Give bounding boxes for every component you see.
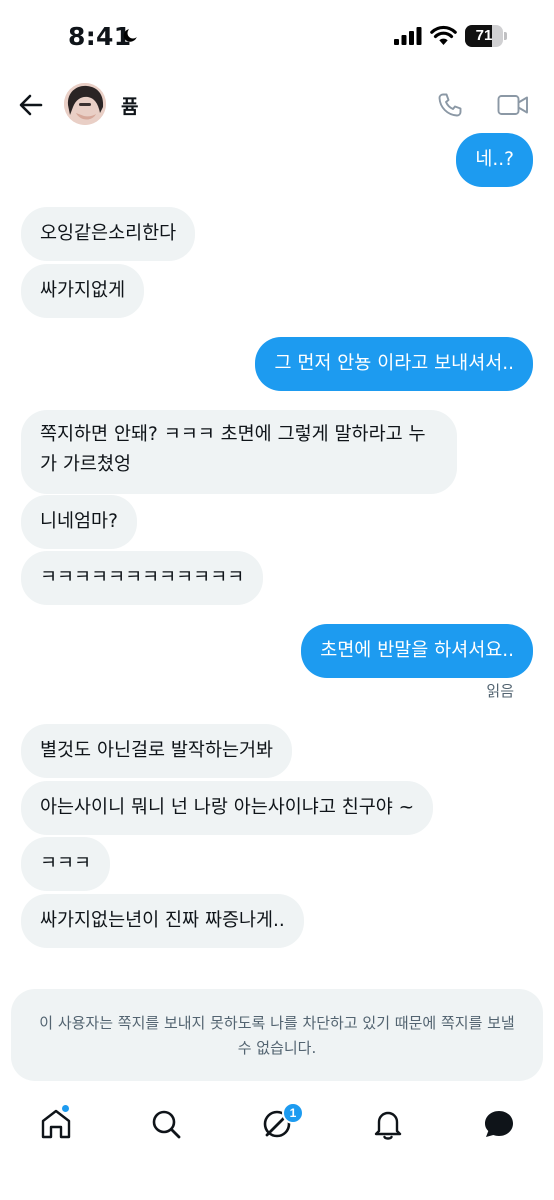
status-bar: 8:41 71 [0,0,554,74]
wifi-icon [430,25,457,45]
contact-name[interactable]: 퓸 [121,92,138,119]
avatar[interactable] [64,83,106,125]
search-icon[interactable] [148,1106,184,1142]
message-sent[interactable]: 초면에 반말을 하셔서요.. [301,624,533,678]
home-notification-dot [61,1104,70,1113]
bottom-navigation: 1 [0,1100,554,1200]
message-received[interactable]: 오잉같은소리한다 [21,207,196,261]
message-received[interactable]: 별것도 아닌걸로 발작하는거봐 [21,724,293,778]
read-receipt: 읽음 [486,682,514,700]
message-received[interactable]: 쪽지하면 안돼? ㅋㅋㅋ 초면에 그렇게 말하라고 누가 가르쳤엉 [21,410,457,494]
grok-icon[interactable] [481,1106,517,1142]
message-received[interactable]: 아는사이니 뭐니 넌 나랑 아는사이냐고 친구야 ~ [21,781,434,835]
video-camera-icon[interactable] [497,94,529,116]
message-received[interactable]: 니네엄마? [21,495,137,549]
moon-icon [123,29,137,42]
conversation-header: 퓸 [0,74,554,136]
message-sent[interactable]: 그 먼저 안뇽 이라고 보내셔서.. [255,337,533,391]
battery-level: 71 [475,27,493,44]
message-received[interactable]: ㅋㅋㅋ [21,837,111,891]
message-received[interactable]: 싸가지없게 [21,264,145,318]
message-received[interactable]: 싸가지없는년이 진짜 짜증나게.. [21,894,304,948]
battery-indicator: 71 [465,25,507,47]
message-received[interactable]: ㅋㅋㅋㅋㅋㅋㅋㅋㅋㅋㅋㅋ [21,551,264,605]
blocked-notice: 이 사용자는 쪽지를 보내지 못하도록 나를 차단하고 있기 때문에 쪽지를 보… [11,989,543,1081]
phone-icon[interactable] [437,92,463,118]
back-arrow-icon[interactable] [18,92,44,118]
cellular-signal-icon [394,27,422,45]
messages-badge: 1 [282,1102,304,1124]
message-sent[interactable]: 네..? [456,133,533,187]
notifications-icon[interactable] [370,1106,406,1142]
